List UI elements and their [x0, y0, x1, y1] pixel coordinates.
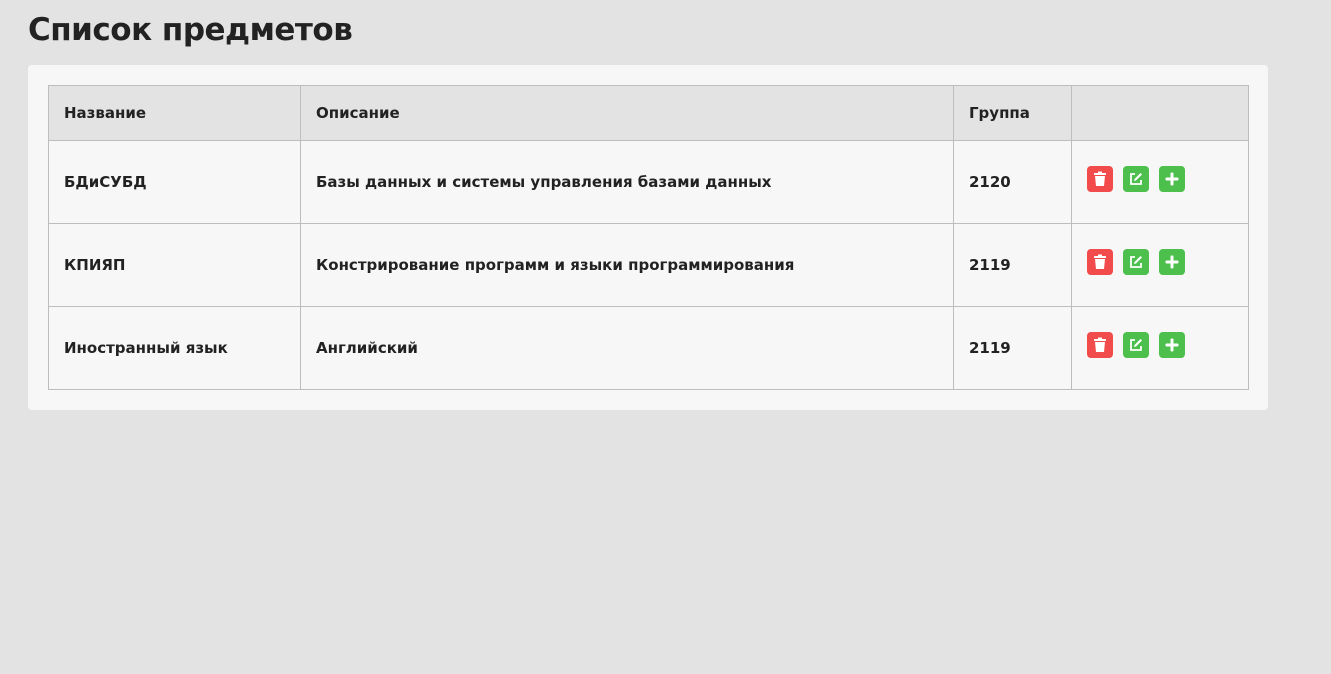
delete-button[interactable] — [1087, 166, 1113, 192]
cell-actions — [1071, 223, 1249, 307]
add-button[interactable] — [1159, 166, 1185, 192]
edit-button[interactable] — [1123, 166, 1149, 192]
cell-description: Констрирование программ и языки программ… — [300, 223, 954, 307]
table-row: КПИЯП Констрирование программ и языки пр… — [48, 223, 1249, 307]
add-button[interactable] — [1159, 332, 1185, 358]
trash-icon — [1093, 254, 1107, 270]
page-title: Список предметов — [28, 12, 353, 48]
cell-actions — [1071, 140, 1249, 224]
table-row: Иностранный язык Английский 2119 — [48, 306, 1249, 390]
edit-icon — [1128, 171, 1144, 187]
header-group: Группа — [953, 85, 1072, 141]
cell-group: 2119 — [953, 223, 1072, 307]
delete-button[interactable] — [1087, 332, 1113, 358]
cell-name: Иностранный язык — [48, 306, 301, 390]
plus-icon — [1165, 172, 1179, 186]
cell-name: КПИЯП — [48, 223, 301, 307]
delete-button[interactable] — [1087, 249, 1113, 275]
cell-description: Базы данных и системы управления базами … — [300, 140, 954, 224]
cell-group: 2119 — [953, 306, 1072, 390]
edit-button[interactable] — [1123, 249, 1149, 275]
header-description: Описание — [300, 85, 954, 141]
table-row: БДиСУБД Базы данных и системы управления… — [48, 140, 1249, 224]
edit-button[interactable] — [1123, 332, 1149, 358]
table-header-row: Название Описание Группа — [48, 85, 1249, 141]
trash-icon — [1093, 337, 1107, 353]
cell-actions — [1071, 306, 1249, 390]
cell-description: Английский — [300, 306, 954, 390]
plus-icon — [1165, 255, 1179, 269]
trash-icon — [1093, 171, 1107, 187]
plus-icon — [1165, 338, 1179, 352]
cell-name: БДиСУБД — [48, 140, 301, 224]
header-name: Название — [48, 85, 301, 141]
header-actions — [1071, 85, 1249, 141]
edit-icon — [1128, 337, 1144, 353]
cell-group: 2120 — [953, 140, 1072, 224]
items-panel: Название Описание Группа БДиСУБД Базы да… — [28, 65, 1268, 410]
edit-icon — [1128, 254, 1144, 270]
items-table: Название Описание Группа БДиСУБД Базы да… — [48, 85, 1249, 390]
add-button[interactable] — [1159, 249, 1185, 275]
